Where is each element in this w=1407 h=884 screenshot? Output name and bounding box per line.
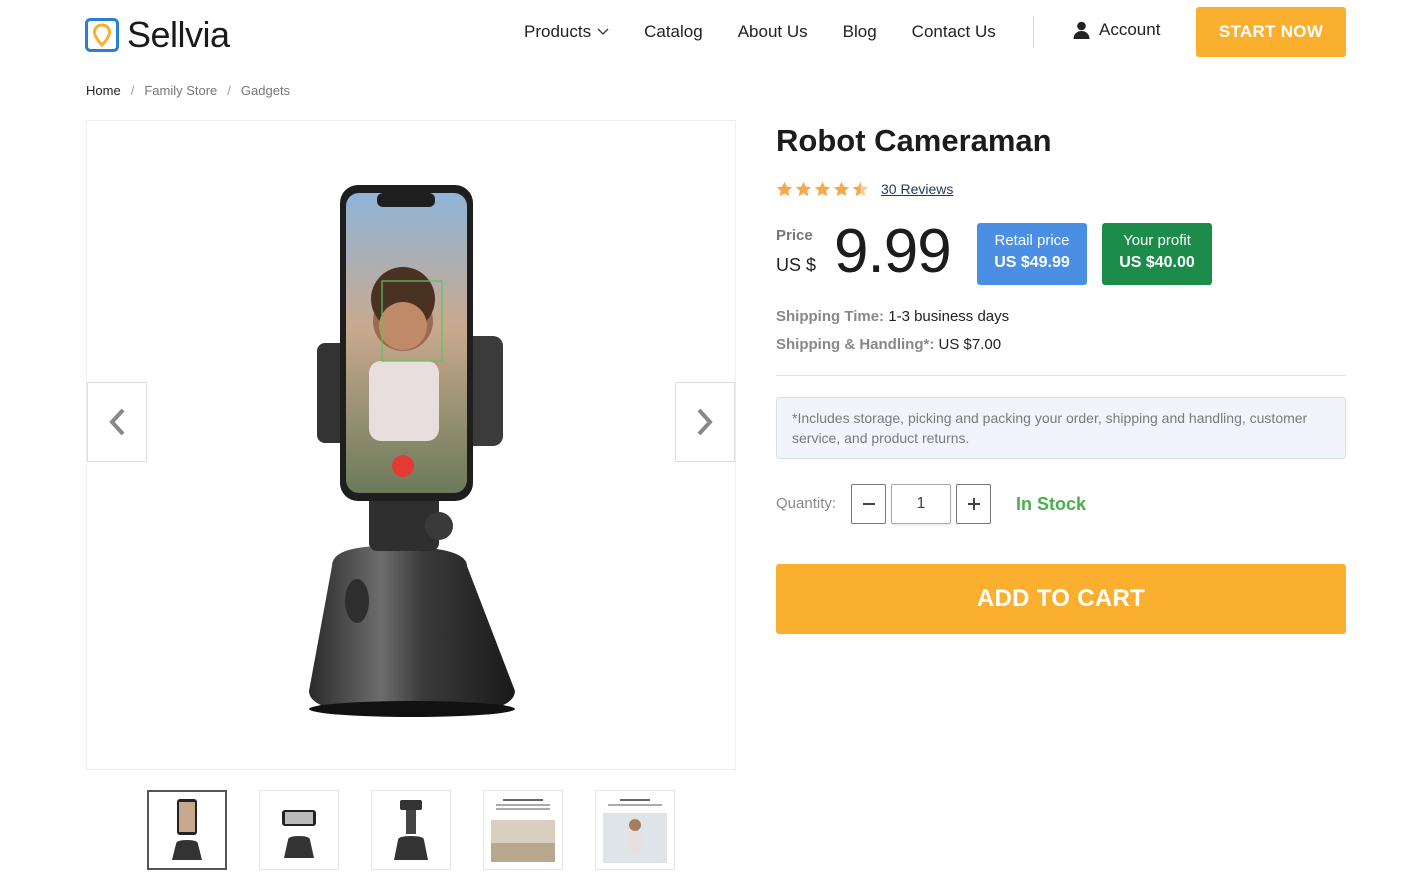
quantity-input[interactable]: [891, 484, 951, 524]
product-rating: 30 Reviews: [776, 181, 953, 197]
breadcrumb-home[interactable]: Home: [86, 83, 121, 98]
quantity-increase-button[interactable]: [956, 484, 991, 524]
star-rating: [776, 181, 871, 197]
robot-cameraman-image: [309, 185, 515, 717]
nav-contact[interactable]: Contact Us: [912, 22, 996, 42]
section-divider: [776, 375, 1346, 376]
reviews-link[interactable]: 30 Reviews: [881, 181, 953, 197]
retail-price-value: US $49.99: [994, 254, 1070, 271]
breadcrumb-family-store[interactable]: Family Store: [144, 83, 217, 98]
product-main-image: [86, 120, 736, 770]
nav-divider: [1033, 17, 1034, 47]
brand-logo[interactable]: Sellvia: [85, 14, 230, 56]
account-link[interactable]: Account: [1073, 20, 1160, 40]
breadcrumb: Home / Family Store / Gadgets: [86, 83, 290, 98]
plus-icon: [967, 498, 980, 510]
nav-products[interactable]: Products: [524, 22, 609, 42]
chevron-left-icon: [109, 408, 125, 436]
thumbnail-image: [603, 799, 667, 863]
profit-label: Your profit: [1123, 232, 1191, 249]
star-icon: [814, 181, 831, 197]
thumbnail-4[interactable]: [483, 790, 563, 870]
retail-price-label: Retail price: [994, 232, 1070, 249]
profit-badge: Your profit US $40.00: [1102, 223, 1212, 285]
map-pin-logo-icon: [85, 18, 119, 52]
price-label: Price: [776, 227, 813, 244]
star-half-icon: [852, 181, 869, 197]
thumbnail-1[interactable]: [147, 790, 227, 870]
product-title: Robot Cameraman: [776, 123, 1052, 158]
chevron-down-icon: [597, 28, 609, 35]
shipping-time-value: 1-3 business days: [888, 308, 1010, 325]
gallery-next-button[interactable]: [675, 382, 735, 462]
shipping-handling-label: Shipping & Handling*:: [776, 336, 935, 353]
star-icon: [795, 181, 812, 197]
retail-price-badge: Retail price US $49.99: [977, 223, 1087, 285]
shipping-time: Shipping Time: 1-3 business days: [776, 308, 1009, 325]
minus-icon: [862, 503, 875, 505]
price-value: 9.99: [834, 217, 952, 286]
nav-blog[interactable]: Blog: [843, 22, 877, 42]
add-to-cart-button[interactable]: ADD TO CART: [776, 564, 1346, 634]
thumbnail-5[interactable]: [595, 790, 675, 870]
nav-catalog[interactable]: Catalog: [644, 22, 703, 42]
star-icon: [833, 181, 850, 197]
start-now-button[interactable]: START NOW: [1196, 7, 1346, 57]
thumbnail-image: [491, 799, 555, 862]
stock-status: In Stock: [1016, 494, 1087, 514]
profit-value: US $40.00: [1119, 254, 1195, 271]
account-label: Account: [1099, 20, 1161, 39]
chevron-right-icon: [697, 408, 713, 436]
breadcrumb-separator: /: [130, 83, 135, 98]
breadcrumb-gadgets[interactable]: Gadgets: [241, 83, 290, 98]
breadcrumb-separator: /: [227, 83, 231, 98]
shipping-handling: Shipping & Handling*: US $7.00: [776, 336, 1001, 353]
thumbnail-3[interactable]: [371, 790, 451, 870]
nav-products-label: Products: [524, 22, 592, 41]
thumbnail-strip: [147, 790, 707, 870]
thumbnail-image: [394, 800, 428, 860]
shipping-time-label: Shipping Time:: [776, 308, 885, 325]
quantity-decrease-button[interactable]: [851, 484, 886, 524]
shipping-handling-value: US $7.00: [938, 336, 1002, 353]
thumbnail-2[interactable]: [259, 790, 339, 870]
gallery-prev-button[interactable]: [87, 382, 147, 462]
user-icon: [1073, 21, 1090, 39]
shipping-note: *Includes storage, picking and packing y…: [776, 397, 1346, 459]
thumbnail-image: [172, 799, 202, 860]
quantity-label: Quantity:: [776, 495, 837, 512]
main-nav: Products Catalog About Us Blog Contact U…: [524, 20, 1031, 44]
nav-about[interactable]: About Us: [738, 22, 808, 42]
thumbnail-image: [282, 810, 316, 858]
price-currency: US $: [776, 255, 817, 275]
brand-name: Sellvia: [127, 14, 230, 55]
star-icon: [776, 181, 793, 197]
